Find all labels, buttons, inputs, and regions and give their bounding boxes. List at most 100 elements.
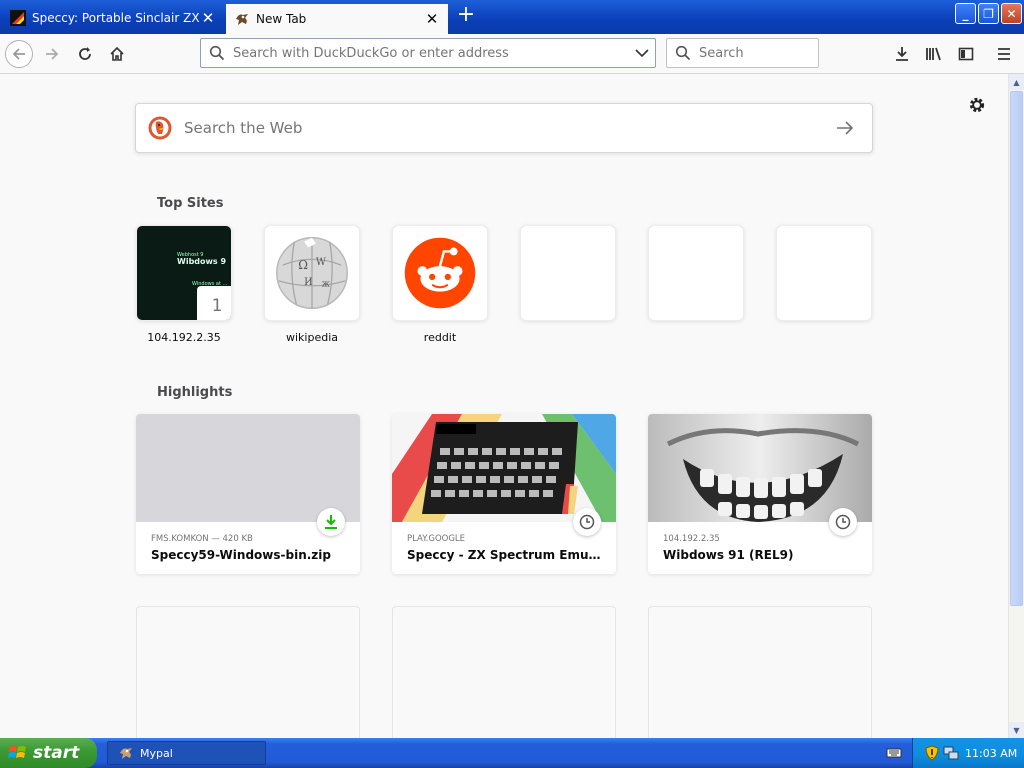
highlight-title: Speccy59-Windows-bin.zip <box>151 548 331 562</box>
download-icon <box>896 47 908 61</box>
library-icon <box>926 47 941 61</box>
network-icon[interactable] <box>943 745 959 761</box>
site-tile[interactable] <box>392 225 488 321</box>
highlight-card-2[interactable]: PLAY.GOOGLE Speccy - ZX Spectrum Emulato… <box>392 414 616 574</box>
start-button[interactable]: start <box>0 738 97 768</box>
web-search-box[interactable] <box>135 103 873 153</box>
reddit-logo-icon <box>404 237 476 309</box>
top-site-empty-4 <box>520 225 616 321</box>
empty-highlight-slot <box>648 606 872 738</box>
highlight-context: PLAY.GOOGLE <box>407 534 466 544</box>
highlight-title: Speccy - ZX Spectrum Emulator - Apps on … <box>407 548 601 562</box>
empty-site-tile <box>648 225 744 321</box>
top-site-2[interactable]: Ω W И ж wikipedia <box>264 225 360 344</box>
highlight-thumbnail <box>136 414 360 522</box>
home-icon <box>110 46 124 61</box>
search-bar[interactable] <box>666 38 819 68</box>
close-tab-icon[interactable]: ✕ <box>200 9 216 27</box>
search-go-button[interactable] <box>830 113 860 143</box>
gear-icon[interactable] <box>966 94 988 116</box>
reload-icon <box>79 47 91 60</box>
top-sites-heading: Top Sites <box>157 196 224 211</box>
empty-highlight-slot <box>392 606 616 738</box>
restore-button[interactable]: ❐ <box>978 3 999 24</box>
mypal-favicon-icon <box>120 748 132 759</box>
clock-badge <box>573 508 601 536</box>
back-button[interactable] <box>5 40 33 68</box>
site-badge-number: 1 <box>197 286 231 320</box>
tab-title: New Tab <box>256 12 307 26</box>
new-tab-page: Top Sites Webhost 9 Wibdows 9 Windows at… <box>0 74 1008 738</box>
url-bar[interactable] <box>200 38 656 68</box>
search-input[interactable] <box>697 44 811 62</box>
download-badge <box>317 508 345 536</box>
taskbar: start Mypal 11:03 AM <box>0 738 1024 768</box>
thumbnail-text: Wibdows 9 <box>177 257 227 266</box>
highlight-card-3[interactable]: 104.192.2.35 Wibdows 91 (REL9) <box>648 414 872 574</box>
tab-speccy[interactable]: Speccy: Portable Sinclair ZX Spectrum ✕ <box>2 4 224 32</box>
minimize-button[interactable]: _ <box>955 3 976 24</box>
library-button[interactable] <box>920 40 948 68</box>
back-arrow-icon <box>12 48 25 60</box>
site-label: reddit <box>423 331 457 344</box>
clock-icon <box>579 514 595 530</box>
site-label: 104.192.2.35 <box>147 331 221 344</box>
home-button[interactable] <box>103 40 131 68</box>
system-tray: 11:03 AM <box>912 738 1024 768</box>
scrollbar-thumb[interactable] <box>1010 91 1023 606</box>
sidebar-button[interactable] <box>952 40 980 68</box>
close-tab-icon[interactable]: ✕ <box>424 10 440 28</box>
svg-text:И: И <box>304 277 313 288</box>
arrow-right-icon <box>837 121 854 135</box>
search-icon <box>675 45 691 61</box>
url-input[interactable] <box>231 44 629 62</box>
highlight-card-1[interactable]: FMS.KOMKON — 420 KB Speccy59-Windows-bin… <box>136 414 360 574</box>
highlight-title: Wibdows 91 (REL9) <box>663 548 794 562</box>
svg-text:Ω: Ω <box>298 258 308 272</box>
top-site-3[interactable]: reddit <box>392 225 488 344</box>
taskbar-item-label: Mypal <box>140 746 173 760</box>
chevron-down-icon <box>635 49 649 58</box>
downloads-button[interactable] <box>888 40 916 68</box>
web-search-input[interactable] <box>182 118 830 138</box>
highlight-context: 104.192.2.35 <box>663 534 720 544</box>
reload-button[interactable] <box>71 40 99 68</box>
forward-button[interactable] <box>38 40 66 68</box>
download-icon <box>325 515 337 529</box>
clock[interactable]: 11:03 AM <box>965 747 1017 760</box>
scroll-down-button[interactable]: ▼ <box>1009 722 1024 738</box>
svg-text:ж: ж <box>322 280 330 290</box>
url-dropdown-button[interactable] <box>629 48 655 58</box>
site-label: wikipedia <box>285 331 338 344</box>
svg-text:W: W <box>316 257 327 268</box>
tab-new-tab[interactable]: New Tab ✕ <box>226 4 448 34</box>
taskbar-item-mypal[interactable]: Mypal <box>107 741 266 765</box>
keyboard-icon[interactable] <box>886 745 902 761</box>
empty-site-tile <box>520 225 616 321</box>
mypal-favicon-icon <box>236 14 248 25</box>
security-shield-icon[interactable] <box>925 745 939 761</box>
highlight-context: FMS.KOMKON — 420 KB <box>151 534 253 544</box>
clock-icon <box>835 514 851 530</box>
highlights-heading: Highlights <box>157 385 233 400</box>
hamburger-menu-icon <box>998 48 1010 60</box>
scroll-up-button[interactable]: ▲ <box>1009 74 1024 90</box>
forward-arrow-icon <box>46 48 59 60</box>
search-icon <box>209 45 225 61</box>
menu-button[interactable] <box>990 40 1018 68</box>
vertical-scrollbar[interactable]: ▲ ▼ <box>1008 74 1024 738</box>
duckduckgo-logo-icon <box>148 116 172 140</box>
sidebar-icon <box>958 47 974 61</box>
site-tile[interactable]: Webhost 9 Wibdows 9 Windows at ... 1 <box>136 225 232 321</box>
tab-bar: Speccy: Portable Sinclair ZX Spectrum ✕ … <box>0 0 1024 34</box>
site-tile[interactable]: Ω W И ж <box>264 225 360 321</box>
windows-flag-icon <box>8 746 26 758</box>
wikipedia-logo-icon: Ω W И ж <box>276 237 348 309</box>
top-site-1[interactable]: Webhost 9 Wibdows 9 Windows at ... 1 104… <box>136 225 232 344</box>
top-site-empty-6 <box>776 225 872 321</box>
close-window-button[interactable]: ✕ <box>1001 3 1022 24</box>
tab-title: Speccy: Portable Sinclair ZX Spectrum <box>32 11 200 25</box>
new-tab-button[interactable]: + <box>455 4 477 27</box>
speccy-favicon-icon <box>10 10 26 26</box>
clock-badge <box>829 508 857 536</box>
